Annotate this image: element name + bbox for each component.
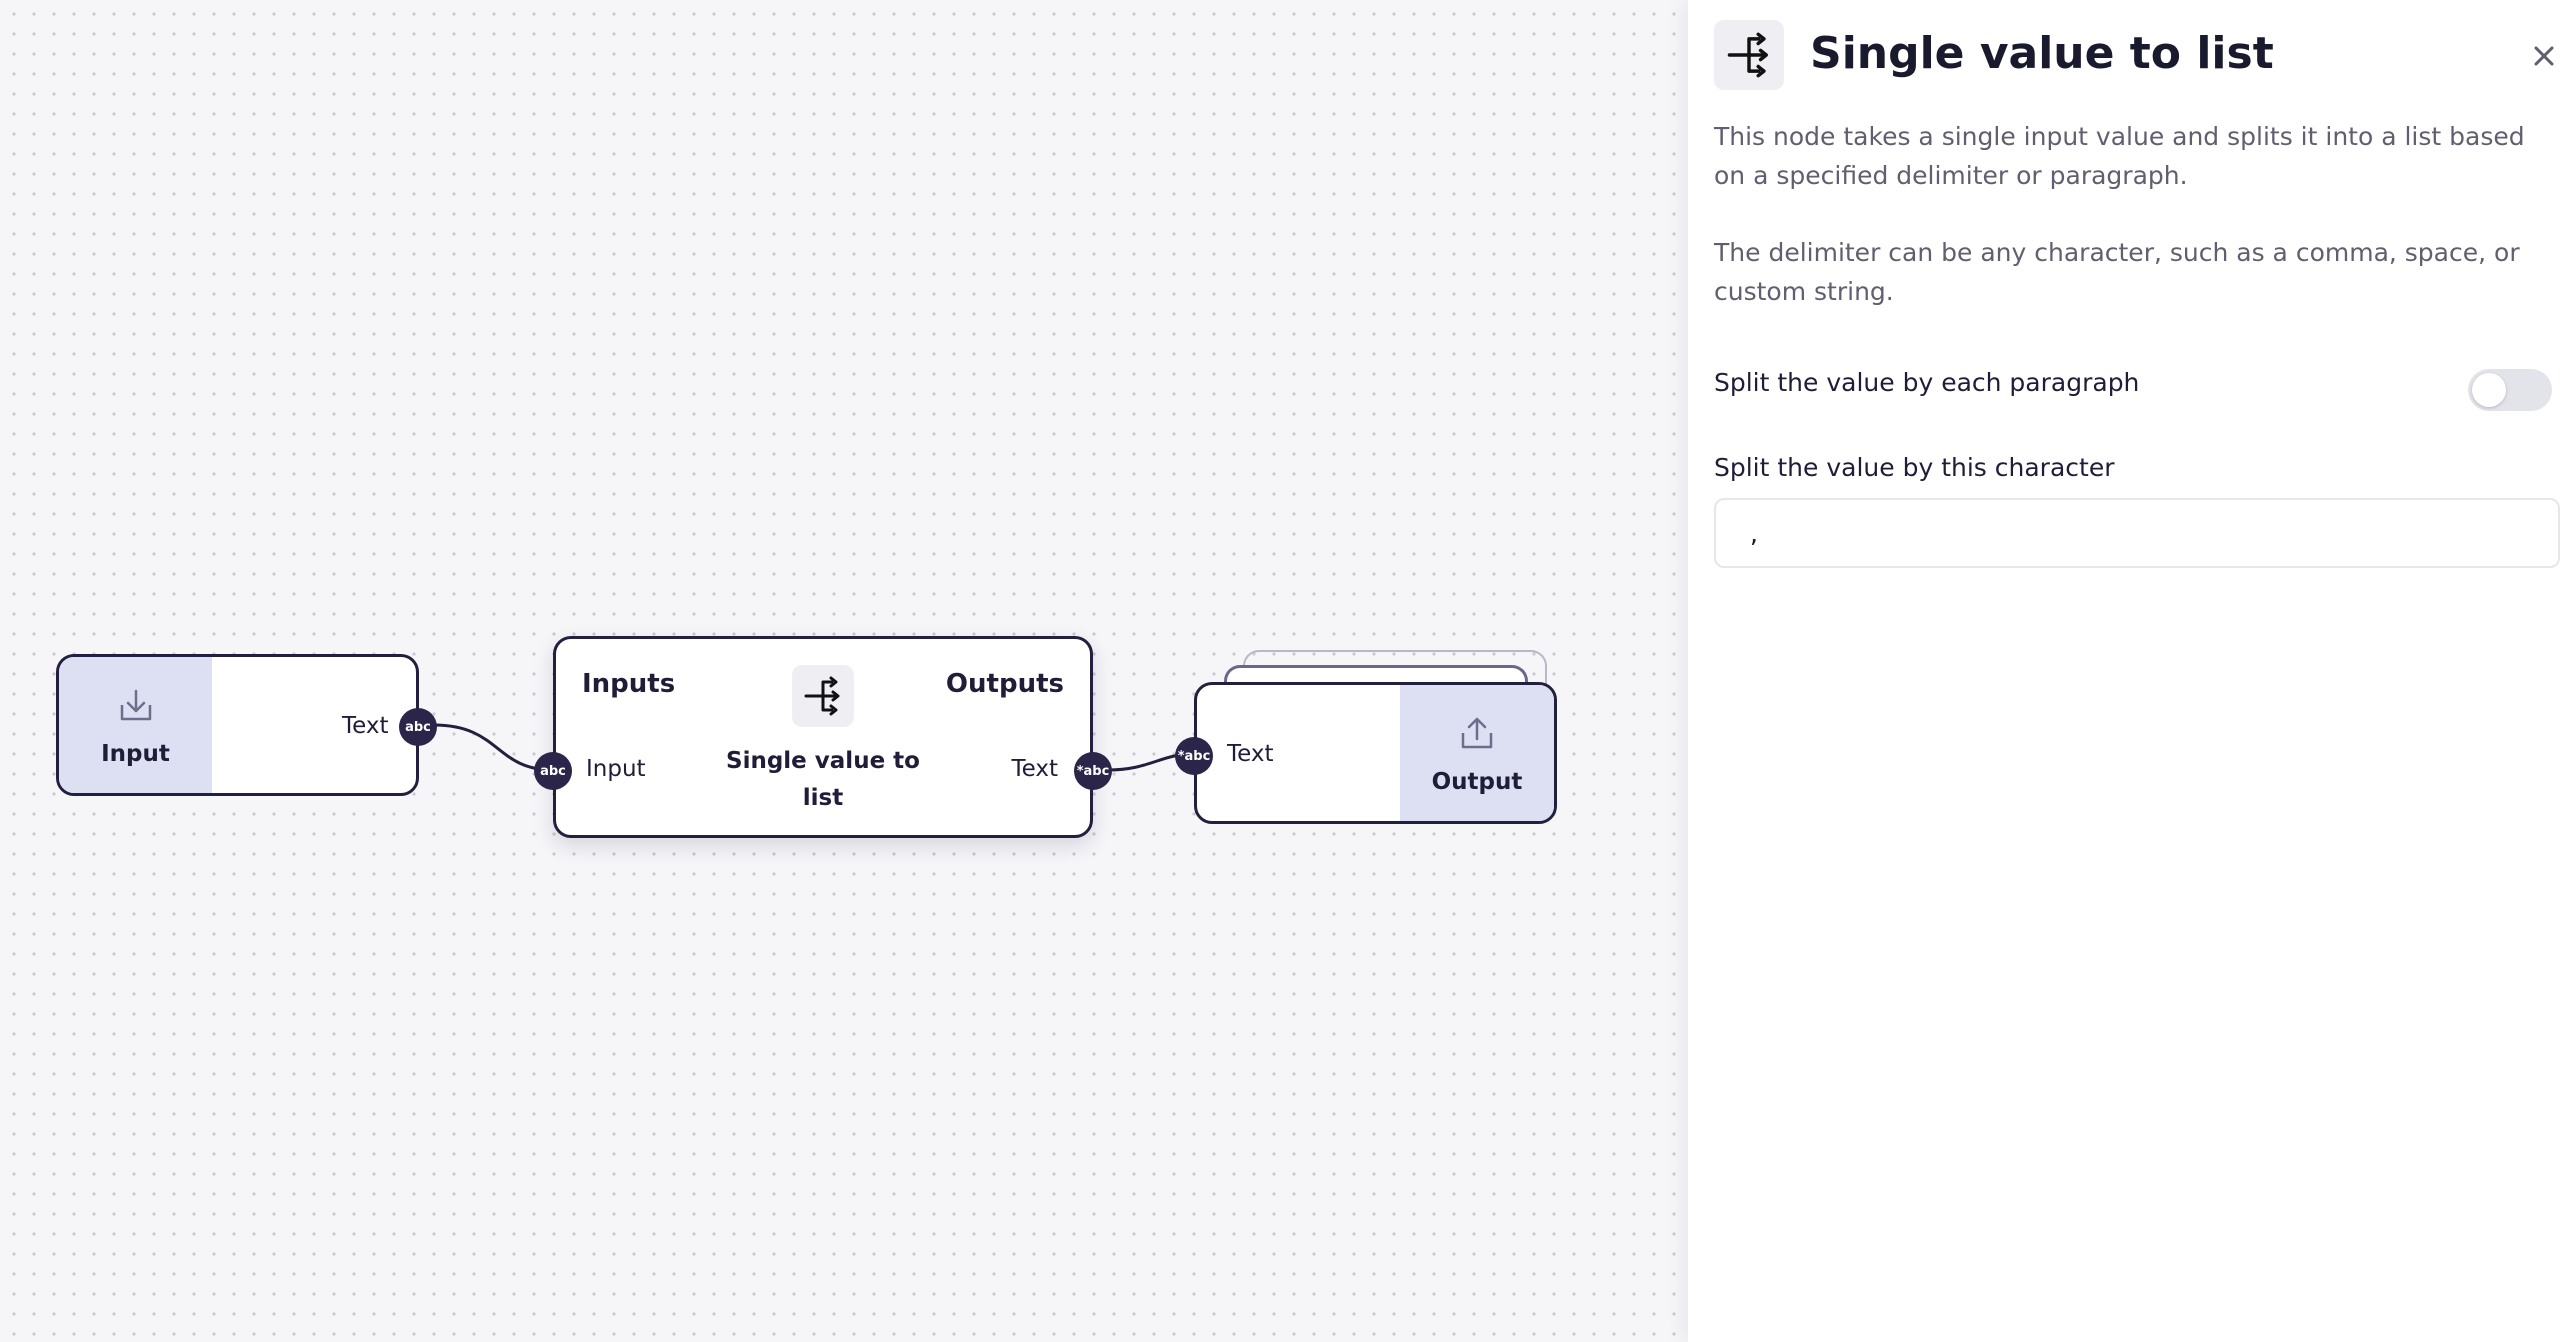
delimiter-field-label: Split the value by this character <box>1714 453 2115 482</box>
split-node-output-port[interactable]: *abc <box>1074 752 1112 790</box>
panel-description-1: This node takes a single input value and… <box>1714 122 2525 190</box>
panel-description-2: The delimiter can be any character, such… <box>1714 238 2520 306</box>
split-node[interactable]: Inputs Outputs Single value to list abc … <box>534 636 1112 838</box>
input-node-badge: Input <box>59 657 212 793</box>
split-node-output-label: Text <box>1011 756 1058 782</box>
export-icon <box>1461 717 1493 749</box>
split-node-input-label: Input <box>586 756 646 782</box>
flow-canvas[interactable]: Input Text abc Inputs Outputs Single val… <box>0 0 1688 1342</box>
input-node-output-label: Text <box>342 713 389 739</box>
input-node-label: Input <box>101 741 170 767</box>
node-settings-panel: Single value to list This node takes a s… <box>1688 0 2574 1342</box>
input-node-output-port[interactable]: abc <box>399 708 437 746</box>
app-root: Input Text abc Inputs Outputs Single val… <box>0 0 2574 1342</box>
paragraph-toggle[interactable] <box>2468 369 2552 411</box>
outputs-heading: Outputs <box>945 669 1064 699</box>
output-node-label: Output <box>1431 769 1523 795</box>
panel-icon-tile <box>1714 20 1784 90</box>
import-icon <box>120 689 151 721</box>
close-icon <box>2534 46 2554 66</box>
split-node-title: Single value to list <box>726 748 920 811</box>
paragraph-toggle-label: Split the value by each paragraph <box>1714 368 2140 397</box>
input-node[interactable]: Input Text abc <box>56 654 437 796</box>
output-node[interactable]: *abc Text Output <box>1175 682 1557 824</box>
split-icon <box>804 676 840 716</box>
split-icon <box>1727 32 1768 78</box>
output-node-badge: Output <box>1400 685 1554 821</box>
split-node-input-port[interactable]: abc <box>534 752 572 790</box>
toggle-knob <box>2472 373 2506 407</box>
output-node-input-label: Text <box>1227 741 1274 767</box>
delimiter-input[interactable] <box>1714 498 2560 568</box>
close-button[interactable] <box>2526 38 2562 74</box>
panel-title: Single value to list <box>1810 28 2274 79</box>
inputs-heading: Inputs <box>582 669 676 699</box>
output-node-input-port[interactable]: *abc <box>1175 737 1213 775</box>
split-node-icon-tile <box>792 665 854 727</box>
